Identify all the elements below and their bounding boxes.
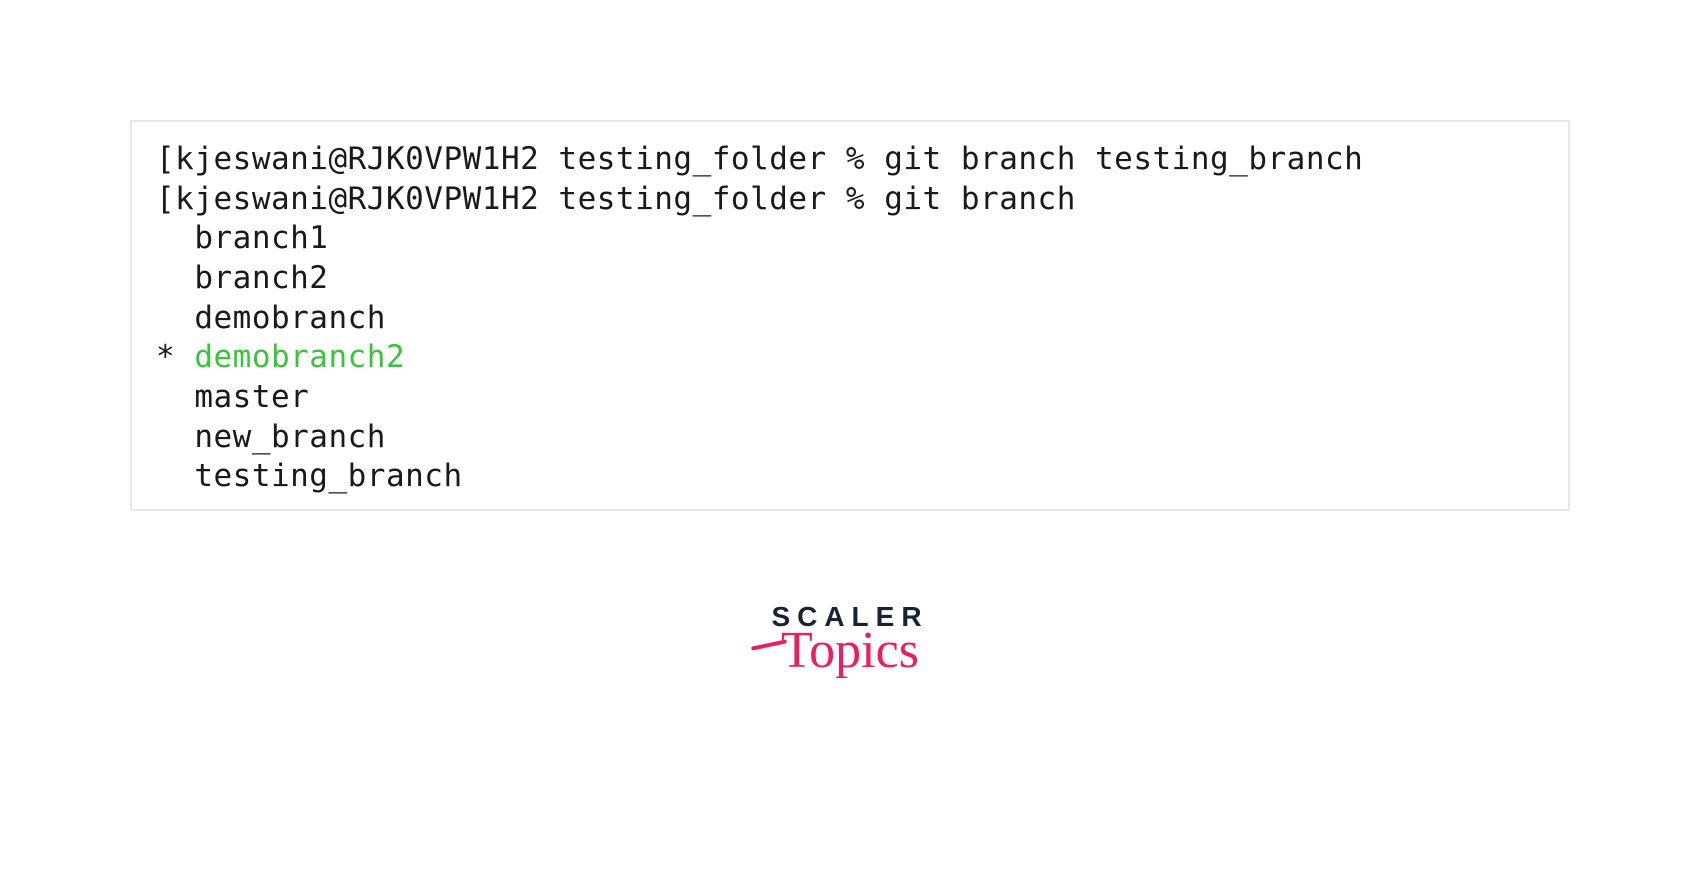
current-branch-name: demobranch2 — [194, 339, 405, 375]
terminal-output: [kjeswani@RJK0VPW1H2 testing_folder % gi… — [130, 120, 1570, 511]
terminal-line: [kjeswani@RJK0VPW1H2 testing_folder % gi… — [156, 140, 1544, 180]
terminal-line: [kjeswani@RJK0VPW1H2 testing_folder % gi… — [156, 180, 1544, 220]
branch-item: demobranch — [156, 299, 1544, 339]
branch-item: testing_branch — [156, 457, 1544, 497]
branch-item: branch2 — [156, 259, 1544, 299]
branch-item-current: * demobranch2 — [156, 338, 1544, 378]
logo-text-topics: Topics — [781, 625, 919, 677]
branch-item: master — [156, 378, 1544, 418]
branch-item: new_branch — [156, 418, 1544, 458]
branch-item: branch1 — [156, 219, 1544, 259]
scaler-topics-logo: SCALER Topics — [771, 601, 928, 677]
